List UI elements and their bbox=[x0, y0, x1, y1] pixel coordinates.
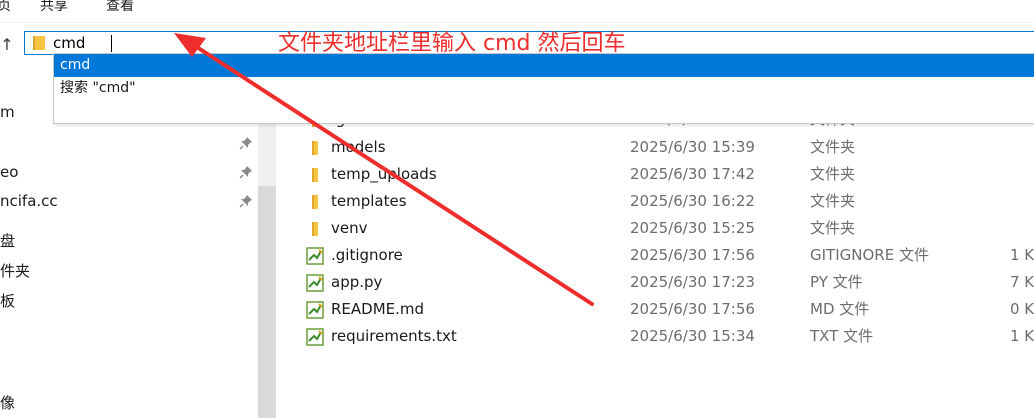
file-name: requirements.txt bbox=[331, 327, 457, 345]
file-name: temp_uploads bbox=[331, 165, 437, 183]
nav-scrollbar-thumb[interactable] bbox=[258, 186, 276, 418]
file-row[interactable]: venv 2025/6/30 15:25 文件夹 bbox=[276, 215, 1034, 242]
file-size: 1 K bbox=[1010, 327, 1034, 345]
file-date: 2025/6/30 17:56 bbox=[630, 300, 755, 318]
folder-icon bbox=[312, 222, 318, 236]
file-name: .gitignore bbox=[331, 246, 403, 264]
folder-icon bbox=[312, 195, 318, 209]
text-file-icon bbox=[306, 247, 324, 265]
ribbon-tab-view[interactable]: 查看 bbox=[106, 0, 134, 16]
text-caret bbox=[111, 35, 112, 52]
file-date: 2025/6/30 17:56 bbox=[630, 246, 755, 264]
pin-icon[interactable] bbox=[239, 194, 253, 208]
file-date: 2025/6/30 15:34 bbox=[630, 327, 755, 345]
file-row[interactable]: models 2025/6/30 15:39 文件夹 bbox=[276, 134, 1034, 161]
ribbon-tab-share[interactable]: 共享 bbox=[40, 0, 68, 16]
file-type: 文件夹 bbox=[810, 138, 856, 156]
file-date: 2025/6/30 17:23 bbox=[630, 273, 755, 291]
file-size: 0 K bbox=[1010, 300, 1034, 318]
file-row[interactable]: requirements.txt 2025/6/30 15:34 TXT 文件 … bbox=[276, 323, 1034, 350]
file-size: 1 K bbox=[1010, 246, 1034, 264]
address-input[interactable]: cmd bbox=[53, 33, 85, 53]
file-date: 2025/6/30 16:22 bbox=[630, 192, 755, 210]
file-explorer-window: 页 共享 查看 ↑ cmd 文件夹地址栏里输入 cmd 然后回车 m eo nc… bbox=[0, 0, 1034, 418]
nav-item[interactable]: m bbox=[0, 102, 15, 122]
ribbon: 页 共享 查看 bbox=[0, 0, 1034, 23]
text-file-icon bbox=[306, 301, 324, 319]
up-button[interactable]: ↑ bbox=[0, 32, 14, 56]
file-size: 7 K bbox=[1010, 273, 1034, 291]
file-type: PY 文件 bbox=[810, 273, 863, 291]
file-row[interactable]: templates 2025/6/30 16:22 文件夹 bbox=[276, 188, 1034, 215]
file-row[interactable]: app.py 2025/6/30 17:23 PY 文件 7 K bbox=[276, 269, 1034, 296]
file-type: 文件夹 bbox=[810, 165, 856, 183]
folder-icon bbox=[33, 36, 45, 50]
pin-icon[interactable] bbox=[239, 165, 253, 179]
ribbon-tab-page[interactable]: 页 bbox=[0, 0, 11, 16]
file-date: 2025/6/30 15:25 bbox=[630, 219, 755, 237]
file-type: 文件夹 bbox=[810, 219, 856, 237]
nav-item[interactable]: 像 bbox=[0, 393, 15, 413]
file-name: models bbox=[331, 138, 386, 156]
dropdown-item-search[interactable]: 搜索 "cmd" bbox=[54, 77, 1034, 100]
file-name: templates bbox=[331, 192, 407, 210]
file-date: 2025/6/30 17:42 bbox=[630, 165, 755, 183]
text-file-icon bbox=[306, 328, 324, 346]
arrow-up-icon: ↑ bbox=[0, 34, 14, 54]
file-name: app.py bbox=[331, 273, 383, 291]
file-row[interactable]: temp_uploads 2025/6/30 17:42 文件夹 bbox=[276, 161, 1034, 188]
dropdown-item-cmd[interactable]: cmd bbox=[54, 54, 1034, 77]
file-row[interactable]: README.md 2025/6/30 17:56 MD 文件 0 K bbox=[276, 296, 1034, 323]
file-type: TXT 文件 bbox=[810, 327, 874, 345]
nav-item[interactable]: eo bbox=[0, 162, 18, 182]
file-type: 文件夹 bbox=[810, 192, 856, 210]
address-autocomplete-dropdown: cmd 搜索 "cmd" bbox=[53, 53, 1034, 124]
file-name: venv bbox=[331, 219, 368, 237]
folder-icon bbox=[312, 141, 318, 155]
file-type: GITIGNORE 文件 bbox=[810, 246, 929, 264]
nav-item[interactable]: ncifa.cc bbox=[0, 191, 58, 211]
folder-icon bbox=[312, 168, 318, 182]
nav-item[interactable]: 盘 bbox=[0, 231, 15, 251]
file-type: MD 文件 bbox=[810, 300, 870, 318]
text-file-icon bbox=[306, 274, 324, 292]
nav-item[interactable]: 板 bbox=[0, 291, 15, 311]
file-name: README.md bbox=[331, 300, 425, 318]
file-date: 2025/6/30 15:39 bbox=[630, 138, 755, 156]
nav-item[interactable]: 件夹 bbox=[0, 261, 30, 281]
file-row[interactable]: .gitignore 2025/6/30 17:56 GITIGNORE 文件 … bbox=[276, 242, 1034, 269]
pin-icon[interactable] bbox=[239, 136, 253, 150]
